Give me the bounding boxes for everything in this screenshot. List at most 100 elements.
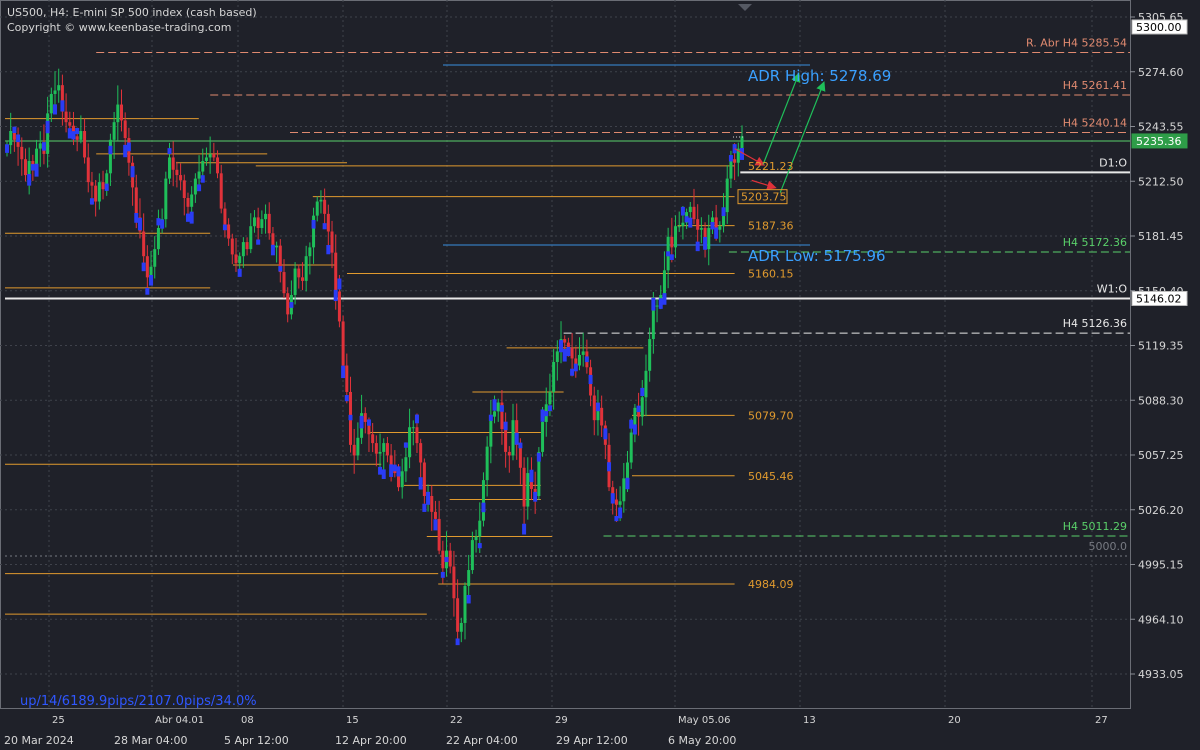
projection-arrows [734, 72, 826, 193]
candle-body [699, 227, 703, 230]
candle-body [38, 143, 42, 149]
candle-body [164, 178, 168, 220]
tick-volume-mark [341, 365, 346, 379]
candle-body [46, 113, 50, 154]
price-tick-label: 5057.25 [1138, 449, 1184, 462]
candle-body [175, 169, 179, 176]
candle-body [308, 247, 312, 257]
candle-body [356, 437, 360, 456]
candle-body [489, 416, 493, 447]
candle-body [249, 226, 253, 250]
candle-body [363, 413, 367, 422]
candle-body [430, 495, 434, 512]
tick-volume-mark [156, 218, 161, 226]
orange-segment-lines [5, 118, 735, 615]
tick-volume-mark [503, 421, 508, 431]
time-tick-label: May 05.06 [678, 715, 730, 726]
tick-volume-mark [27, 174, 32, 186]
tick-volume-mark [222, 224, 227, 231]
candle-body [707, 227, 711, 250]
candle-body [433, 511, 437, 519]
candle-body [300, 277, 304, 281]
candle-body [456, 598, 460, 632]
green-projection-arrow [762, 72, 801, 165]
candle-body [385, 443, 389, 456]
candle-body [201, 160, 205, 172]
time-tick-label: Abr 04.01 [155, 715, 204, 726]
candle-body [677, 226, 681, 228]
candle-body [640, 397, 644, 417]
tick-volume-mark [477, 543, 482, 549]
candle-body [264, 213, 268, 220]
tick-volume-mark [348, 414, 353, 421]
candle-body [319, 199, 323, 202]
candle-body [626, 462, 630, 479]
candle-body [282, 272, 286, 294]
candle-body [112, 122, 116, 140]
candle-body [648, 339, 652, 371]
time-axis-label: 29 Apr 12:00 [556, 734, 628, 747]
candle-body [345, 365, 349, 392]
price-tick-label: 5119.35 [1138, 340, 1184, 353]
candle-body [629, 432, 633, 463]
candle-body [193, 178, 197, 195]
candle-body [352, 444, 356, 456]
candle-body [145, 256, 149, 278]
candle-body [452, 566, 456, 599]
candle-body [223, 208, 227, 225]
candle-body [474, 536, 478, 541]
price-chart[interactable]: R. Abr H4 5285.54 H4 5261.41 H4 5240.14 D1:… [0, 0, 1200, 750]
candle-body [600, 407, 604, 426]
adr-high-label: ADR High: 5278.69 [748, 67, 891, 85]
tick-volume-mark [710, 222, 715, 230]
tick-volume-mark [651, 297, 656, 311]
tick-volume-mark [662, 293, 667, 305]
candle-body [94, 185, 98, 202]
tick-volume-mark [426, 491, 431, 505]
candle-body [179, 175, 183, 181]
tick-volume-mark [547, 405, 552, 412]
candle-body [493, 411, 497, 417]
pivot-label: 5187.36 [748, 220, 794, 233]
candle-body [108, 139, 112, 174]
green-projection-arrow [779, 81, 826, 193]
candle-body [378, 451, 382, 454]
candle-body [326, 213, 330, 232]
candle-body [267, 213, 271, 234]
candle-body [655, 305, 659, 307]
candle-body [116, 104, 120, 123]
candle-body [404, 457, 408, 472]
candle-body [134, 187, 138, 218]
candle-body [286, 293, 290, 315]
candle-body [688, 206, 692, 213]
tick-volume-mark [333, 289, 338, 302]
candle-body [23, 159, 27, 176]
tick-volume-mark [680, 206, 685, 216]
time-tick-label: 22 [450, 715, 463, 726]
tick-volume-mark [444, 557, 449, 563]
tick-volume-mark [455, 638, 460, 646]
tick-volume-mark [89, 198, 94, 205]
tick-volume-mark [60, 100, 65, 112]
candle-body [256, 217, 260, 228]
price-tick-label: 5212.50 [1138, 175, 1184, 188]
tick-volume-mark [270, 244, 275, 256]
tick-volume-mark [366, 419, 371, 426]
collapse-triangle-icon[interactable] [738, 4, 752, 11]
candle-body [541, 421, 545, 452]
candle-body [419, 443, 423, 463]
candle-body [227, 224, 231, 239]
tick-volume-mark [189, 211, 194, 224]
tick-volume-mark [514, 432, 519, 445]
candle-body [90, 182, 94, 186]
price-tick-label: 5088.30 [1138, 394, 1184, 407]
candlesticks [5, 68, 745, 646]
tick-volume-mark [237, 268, 242, 277]
tick-volume-mark [326, 245, 331, 255]
tick-volume-mark [540, 409, 545, 422]
candle-body [53, 90, 57, 94]
chart-title: US500, H4: E-mini SP 500 index (cash bas… [7, 6, 257, 19]
tick-volume-mark [584, 356, 589, 363]
candle-body [548, 391, 552, 405]
candle-body [186, 198, 190, 207]
